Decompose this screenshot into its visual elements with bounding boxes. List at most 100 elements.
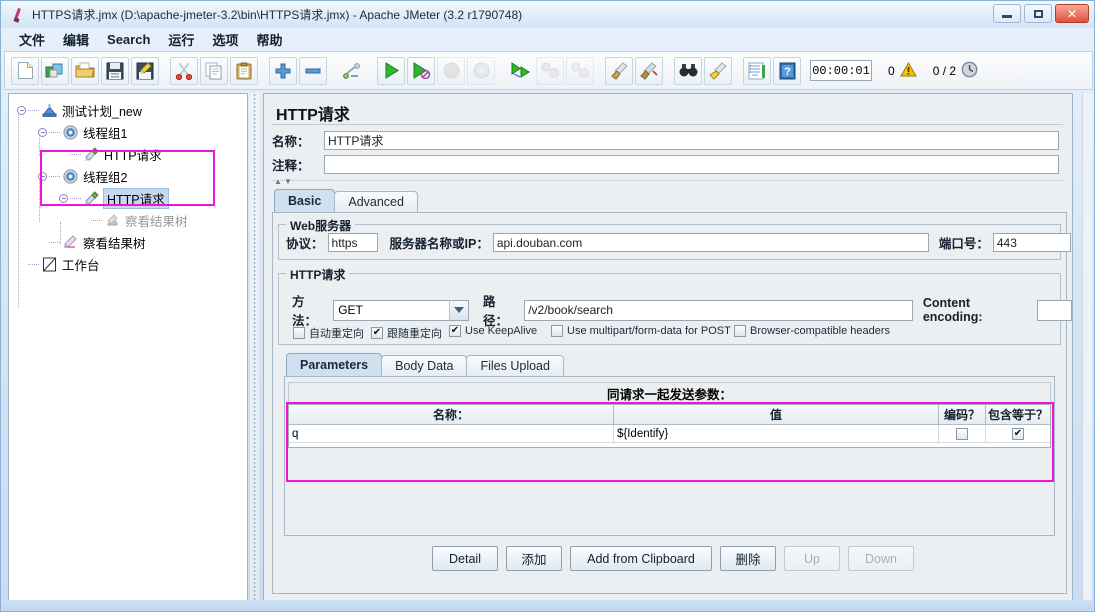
floppy-save-icon[interactable]: [101, 56, 129, 85]
tree-item-workbench[interactable]: 工作台: [13, 253, 247, 275]
cell-include-equals[interactable]: [986, 425, 1050, 443]
maximize-button[interactable]: [1024, 4, 1052, 23]
tab-basic[interactable]: Basic: [274, 189, 336, 212]
new-icon[interactable]: [11, 56, 39, 85]
tree-item-http-request-2[interactable]: HTTP请求: [13, 187, 247, 209]
column-header-value[interactable]: 值: [614, 405, 939, 425]
add-from-clipboard-button[interactable]: Add from Clipboard: [570, 546, 712, 571]
tree-item-view-results-tree[interactable]: 察看结果树: [13, 231, 247, 253]
green-play-icon[interactable]: [377, 56, 405, 85]
test-plan-tree-panel[interactable]: 测试计划_new 线程组1 HTTP请求 线程组2 HTTP请求 察看结果树 察…: [8, 93, 248, 601]
tab-parameters[interactable]: Parameters: [286, 353, 383, 376]
checkbox-multipart[interactable]: Use multipart/form-data for POST: [551, 325, 731, 337]
chevron-down-icon[interactable]: [449, 300, 469, 320]
split-pane-divider[interactable]: [250, 93, 259, 601]
splitter-grip: [253, 93, 256, 601]
comment-input[interactable]: [324, 155, 1059, 174]
method-row: 方法： GET 路径： /v2/book/search Content enco…: [286, 291, 1072, 329]
menu-options[interactable]: 选项: [203, 28, 247, 51]
tree-expand-handle[interactable]: [38, 127, 47, 137]
cell-encode[interactable]: [939, 425, 986, 443]
checkbox-box[interactable]: [293, 327, 305, 339]
add-button[interactable]: 添加: [506, 546, 562, 571]
delete-button[interactable]: 删除: [720, 546, 776, 571]
http-request-editor-panel: HTTP请求 名称： HTTP请求 注释： ▲ ▼ Basic Advanced…: [263, 93, 1073, 601]
path-input[interactable]: /v2/book/search: [524, 299, 913, 321]
checkbox-box[interactable]: [734, 325, 746, 337]
broom-clear-all-icon[interactable]: [635, 56, 663, 85]
protocol-input[interactable]: https: [327, 233, 378, 252]
collapse-separator: ▲ ▼: [272, 177, 1063, 187]
table-row[interactable]: q ${Identify}: [289, 425, 1050, 443]
green-play-no-timers-icon[interactable]: [407, 56, 435, 85]
clipboard-icon[interactable]: [230, 56, 258, 85]
tree-item-thread-group-2[interactable]: 线程组2: [13, 165, 247, 187]
tree-connector: [28, 263, 39, 265]
params-table[interactable]: 名称： 值 编码？ 包含等于？ q ${Identify}: [288, 404, 1051, 448]
collapse-down-arrow-icon[interactable]: ▼: [284, 177, 292, 186]
column-header-include-equals[interactable]: 包含等于？: [986, 405, 1050, 425]
warning-status[interactable]: 0: [888, 61, 917, 80]
help-question-icon[interactable]: ?: [773, 56, 801, 85]
binoculars-icon[interactable]: [674, 56, 702, 85]
tree-item-test-plan[interactable]: 测试计划_new: [13, 99, 247, 121]
tab-body-data[interactable]: Body Data: [381, 355, 468, 376]
open-folder-icon[interactable]: [71, 56, 99, 85]
column-header-name[interactable]: 名称：: [289, 405, 614, 425]
outer-tab-bar: Basic Advanced: [274, 189, 418, 212]
checkbox-box[interactable]: [449, 325, 461, 337]
checkbox-auto-redirect[interactable]: 自动重定向: [293, 325, 364, 341]
tree-expand-handle[interactable]: [59, 193, 68, 203]
tab-files-upload[interactable]: Files Upload: [466, 355, 564, 376]
checkbox-use-keepalive[interactable]: Use KeepAlive: [449, 325, 537, 337]
checkbox-encode[interactable]: [956, 427, 968, 440]
collapse-up-arrow-icon[interactable]: ▲: [274, 177, 282, 186]
checkbox-box[interactable]: [371, 327, 383, 339]
broom-clear-icon[interactable]: [605, 56, 633, 85]
tree-item-view-results-tree-nested[interactable]: 察看结果树: [13, 209, 247, 231]
tree-expand-handle[interactable]: [17, 105, 26, 115]
list-lines-icon[interactable]: [743, 56, 771, 85]
remote-stop-icon: [536, 56, 564, 85]
comment-row: 注释：: [272, 155, 1063, 174]
close-button[interactable]: ✕: [1055, 4, 1089, 23]
toggle-switch-icon[interactable]: [338, 57, 366, 85]
minimize-button[interactable]: [993, 4, 1021, 23]
cell-param-name[interactable]: q: [289, 425, 614, 443]
scissors-icon[interactable]: [170, 56, 198, 85]
right-vertical-scrollbar[interactable]: [1082, 93, 1092, 601]
tree-item-thread-group-1[interactable]: 线程组1: [13, 121, 247, 143]
templates-icon[interactable]: [41, 56, 69, 85]
tree-item-label: 线程组2: [83, 170, 128, 185]
tree-connector: [70, 197, 81, 199]
checkbox-follow-redirects[interactable]: 跟随重定向: [371, 325, 442, 341]
menu-file[interactable]: 文件: [10, 28, 54, 51]
checkbox-box[interactable]: [551, 325, 563, 337]
column-header-encode[interactable]: 编码？: [939, 405, 986, 425]
tree-expand-handle[interactable]: [38, 171, 47, 181]
http-request-icon: [83, 146, 100, 163]
plus-icon[interactable]: [269, 56, 297, 85]
detail-button[interactable]: Detail: [432, 546, 498, 571]
server-input[interactable]: api.douban.com: [492, 233, 929, 252]
method-select[interactable]: GET: [333, 299, 470, 321]
broom-yellow-icon[interactable]: [704, 56, 732, 85]
name-input[interactable]: HTTP请求: [324, 131, 1059, 150]
jmeter-feather-icon: [10, 7, 26, 23]
menu-run[interactable]: 运行: [159, 28, 203, 51]
save-as-pencil-icon[interactable]: [131, 56, 159, 85]
minus-icon[interactable]: [299, 56, 327, 85]
copy-pages-icon[interactable]: [200, 56, 228, 85]
menu-search[interactable]: Search: [98, 30, 159, 49]
menu-help[interactable]: 帮助: [247, 28, 291, 51]
tab-advanced[interactable]: Advanced: [334, 191, 418, 212]
port-input[interactable]: 443: [992, 233, 1071, 252]
cell-param-value[interactable]: ${Identify}: [614, 425, 939, 443]
checkbox-browser-compatible-headers[interactable]: Browser-compatible headers: [734, 325, 890, 337]
tree-connector: [28, 109, 39, 111]
content-encoding-input[interactable]: [1037, 299, 1072, 321]
checkbox-include-equals[interactable]: [1012, 427, 1024, 440]
menu-edit[interactable]: 编辑: [54, 28, 98, 51]
tree-item-http-request-1[interactable]: HTTP请求: [13, 143, 247, 165]
remote-start-icon[interactable]: [506, 57, 534, 85]
